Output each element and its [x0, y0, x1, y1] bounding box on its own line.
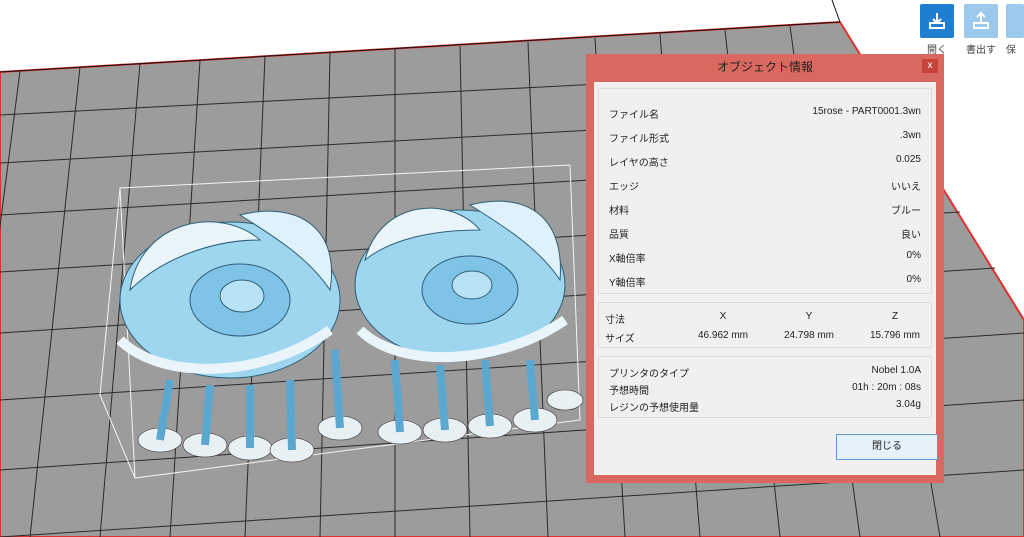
dialog-body: ファイル名 15rose - PART0001.3wn ファイル形式 .3wn … — [594, 82, 938, 475]
file-name-value: 15rose - PART0001.3wn — [812, 106, 921, 117]
export-label: 書出す — [966, 45, 996, 56]
dimensions-panel: 寸法 X Y Z サイズ 46.962 mm 24.798 mm 15.796 … — [598, 302, 932, 348]
material-value: ブルー — [891, 206, 921, 217]
dims-x-value: 46.962 mm — [697, 330, 749, 341]
resin-usage-value: 3.04g — [895, 399, 921, 410]
save-button[interactable]: 保 — [1006, 4, 1024, 56]
y-scale-row: Y軸倍率 0% — [599, 274, 931, 290]
download-icon — [920, 4, 954, 38]
printer-type-label: プリンタのタイプ — [609, 369, 689, 380]
upload-icon — [964, 4, 998, 38]
layer-height-row: レイヤの高さ 0.025 — [599, 154, 931, 170]
dialog-title: オブジェクト情報 — [716, 60, 813, 74]
close-button[interactable]: 閉じる — [836, 434, 938, 460]
y-scale-label: Y軸倍率 — [609, 278, 646, 289]
edge-label: エッジ — [609, 182, 639, 193]
material-label: 材料 — [609, 206, 629, 217]
file-format-label: ファイル形式 — [609, 134, 669, 145]
file-name-row: ファイル名 15rose - PART0001.3wn — [599, 106, 931, 122]
layer-height-label: レイヤの高さ — [609, 158, 669, 169]
dims-y-header: Y — [805, 311, 813, 322]
file-format-row: ファイル形式 .3wn — [599, 130, 931, 146]
printer-type-value: Nobel 1.0A — [871, 365, 921, 376]
dims-size-label: サイズ — [605, 334, 635, 345]
quality-row: 品質 良い — [599, 226, 931, 242]
export-button[interactable]: 書出す — [962, 4, 1000, 56]
estimated-time-row: 予想時間 01h : 20m : 08s — [599, 382, 931, 398]
x-scale-label: X軸倍率 — [609, 254, 646, 265]
x-scale-row: X軸倍率 0% — [599, 250, 931, 266]
edge-value: いいえ — [891, 182, 921, 193]
estimated-time-value: 01h : 20m : 08s — [852, 382, 921, 393]
resin-usage-row: レジンの予想使用量 3.04g — [599, 399, 931, 415]
dims-z-value: 15.796 mm — [869, 330, 921, 341]
x-scale-value: 0% — [906, 250, 921, 261]
dims-y-value: 24.798 mm — [783, 330, 835, 341]
dims-header-label: 寸法 — [605, 315, 625, 326]
object-info-dialog: オブジェクト情報 x ファイル名 15rose - PART0001.3wn フ… — [586, 54, 944, 483]
file-info-panel: ファイル名 15rose - PART0001.3wn ファイル形式 .3wn … — [598, 88, 932, 294]
layer-height-value: 0.025 — [895, 154, 921, 165]
save-icon — [1006, 4, 1024, 38]
dims-z-header: Z — [891, 311, 899, 322]
open-button[interactable]: 開く — [918, 4, 956, 56]
resin-usage-label: レジンの予想使用量 — [609, 403, 699, 414]
dialog-close-button[interactable]: x — [922, 59, 938, 73]
dims-x-header: X — [719, 311, 727, 322]
file-name-label: ファイル名 — [609, 110, 659, 121]
material-row: 材料 ブルー — [599, 202, 931, 218]
edge-row: エッジ いいえ — [599, 178, 931, 194]
rose-model-right[interactable] — [354, 200, 568, 363]
printer-panel: プリンタのタイプ Nobel 1.0A 予想時間 01h : 20m : 08s… — [598, 356, 932, 418]
printer-type-row: プリンタのタイプ Nobel 1.0A — [599, 365, 931, 381]
quality-label: 品質 — [609, 230, 629, 241]
y-scale-value: 0% — [906, 274, 921, 285]
estimated-time-label: 予想時間 — [609, 386, 649, 397]
quality-value: 良い — [901, 230, 921, 241]
save-label: 保 — [1006, 45, 1016, 56]
file-format-value: .3wn — [899, 130, 921, 141]
